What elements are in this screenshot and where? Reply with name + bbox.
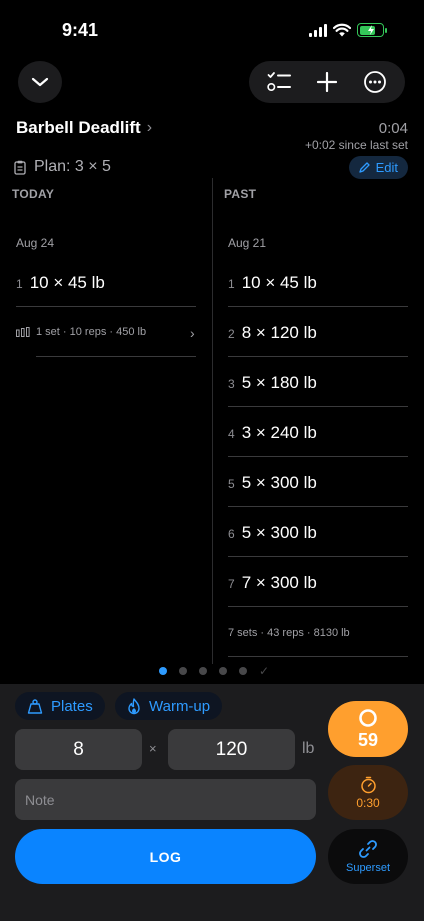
add-button[interactable] <box>307 62 347 102</box>
set-index: 7 <box>228 577 235 591</box>
chevron-right-icon: › <box>146 119 153 136</box>
divider <box>228 606 408 607</box>
past-set-row[interactable]: 7 7 × 300 lb <box>228 573 317 593</box>
past-set-row[interactable]: 6 5 × 300 lb <box>228 523 317 543</box>
elapsed-timer: 0:04 <box>378 120 408 137</box>
superset-label: Superset <box>345 862 391 874</box>
set-value: 5 × 300 lb <box>241 523 317 542</box>
past-summary: 7 sets · 43 reps · 8130 lb <box>228 627 350 639</box>
set-index: 4 <box>228 427 235 441</box>
divider <box>228 406 408 407</box>
status-icons <box>309 23 387 37</box>
plan-label: Plan: 3 × 5 <box>34 158 111 175</box>
past-set-row[interactable]: 5 5 × 300 lb <box>228 473 317 493</box>
battery-icon <box>357 23 387 37</box>
past-set-row[interactable]: 3 5 × 180 lb <box>228 373 317 393</box>
clipboard-icon <box>14 160 26 175</box>
past-set-row[interactable]: 1 10 × 45 lb <box>228 273 317 293</box>
column-divider <box>212 178 213 664</box>
status-time: 9:41 <box>62 20 99 40</box>
timer-value: 0:30 <box>356 795 380 810</box>
page-dot[interactable] <box>199 667 207 675</box>
today-set-row[interactable]: 1 10 × 45 lb <box>16 273 105 293</box>
log-button[interactable]: LOG <box>15 829 316 884</box>
timer-icon <box>360 776 376 793</box>
rest-timer-button[interactable]: 59 <box>328 701 408 757</box>
divider <box>16 306 196 307</box>
page-dot[interactable] <box>219 667 227 675</box>
set-index: 1 <box>16 277 23 291</box>
set-value: 8 × 120 lb <box>241 323 317 342</box>
page-dot[interactable] <box>239 667 247 675</box>
rest-value: 59 <box>357 729 379 750</box>
plates-button[interactable]: Plates <box>15 692 105 720</box>
set-value: 7 × 300 lb <box>241 573 317 592</box>
status-bar: 9:41 <box>0 0 424 60</box>
collapse-button[interactable] <box>18 61 62 103</box>
checkmark-icon[interactable]: ✓ <box>259 665 269 677</box>
edit-label: Edit <box>375 160 398 175</box>
set-index: 2 <box>228 327 235 341</box>
warmup-button[interactable]: Warm-up <box>115 692 223 720</box>
today-header: TODAY <box>12 187 55 201</box>
superset-button[interactable]: Superset <box>328 829 408 884</box>
set-index: 3 <box>228 377 235 391</box>
exercise-title[interactable]: Barbell Deadlift › <box>16 118 152 138</box>
today-summary[interactable]: 1 set · 10 reps · 450 lb <box>16 326 146 338</box>
more-icon <box>364 71 386 93</box>
past-set-row[interactable]: 4 3 × 240 lb <box>228 423 317 443</box>
bar-chart-icon <box>16 327 30 337</box>
set-index: 1 <box>228 277 235 291</box>
ring-icon <box>359 708 377 727</box>
cellular-signal-icon <box>309 23 327 37</box>
note-field[interactable]: Note <box>15 779 316 820</box>
action-toolbar <box>249 61 405 103</box>
today-summary-text: 1 set · 10 reps · 450 lb <box>36 326 147 338</box>
today-date: Aug 24 <box>16 236 55 250</box>
set-value: 3 × 240 lb <box>241 423 317 442</box>
checklist-button[interactable] <box>259 62 299 102</box>
divider <box>228 306 408 307</box>
plates-label: Plates <box>51 697 93 715</box>
pencil-icon <box>358 162 370 173</box>
page-indicator[interactable]: ✓ <box>159 665 269 677</box>
wifi-icon <box>333 23 351 37</box>
past-set-row[interactable]: 2 8 × 120 lb <box>228 323 317 343</box>
weight-icon <box>27 698 43 714</box>
set-index: 5 <box>228 477 235 491</box>
divider <box>228 506 408 507</box>
since-last-set: +0:02 since last set <box>304 138 408 152</box>
exercise-name: Barbell Deadlift <box>16 118 141 137</box>
flame-icon <box>128 697 140 714</box>
countdown-timer-button[interactable]: 0:30 <box>328 765 408 820</box>
page-dot[interactable] <box>159 667 167 675</box>
chevron-right-icon: › <box>190 325 195 341</box>
multiply-sign: × <box>149 741 157 756</box>
past-date: Aug 21 <box>228 236 267 250</box>
divider <box>228 356 408 357</box>
divider <box>228 456 408 457</box>
set-value: 10 × 45 lb <box>241 273 317 292</box>
chevron-down-icon <box>31 77 49 87</box>
checklist-icon <box>267 72 291 92</box>
plan: Plan: 3 × 5 <box>14 158 111 176</box>
page-dot[interactable] <box>179 667 187 675</box>
reps-input[interactable]: 8 <box>15 729 142 770</box>
set-value: 10 × 45 lb <box>29 273 105 292</box>
divider <box>228 656 408 657</box>
divider <box>228 556 408 557</box>
warmup-label: Warm-up <box>149 697 211 715</box>
link-icon <box>359 840 377 858</box>
more-button[interactable] <box>355 62 395 102</box>
weight-input[interactable]: 120 <box>168 729 295 770</box>
edit-button[interactable]: Edit <box>348 156 408 179</box>
unit-label[interactable]: lb <box>302 740 314 758</box>
divider <box>36 356 196 357</box>
set-value: 5 × 300 lb <box>241 473 317 492</box>
set-index: 6 <box>228 527 235 541</box>
plus-icon <box>317 72 337 92</box>
set-value: 5 × 180 lb <box>241 373 317 392</box>
past-header: PAST <box>224 187 257 201</box>
